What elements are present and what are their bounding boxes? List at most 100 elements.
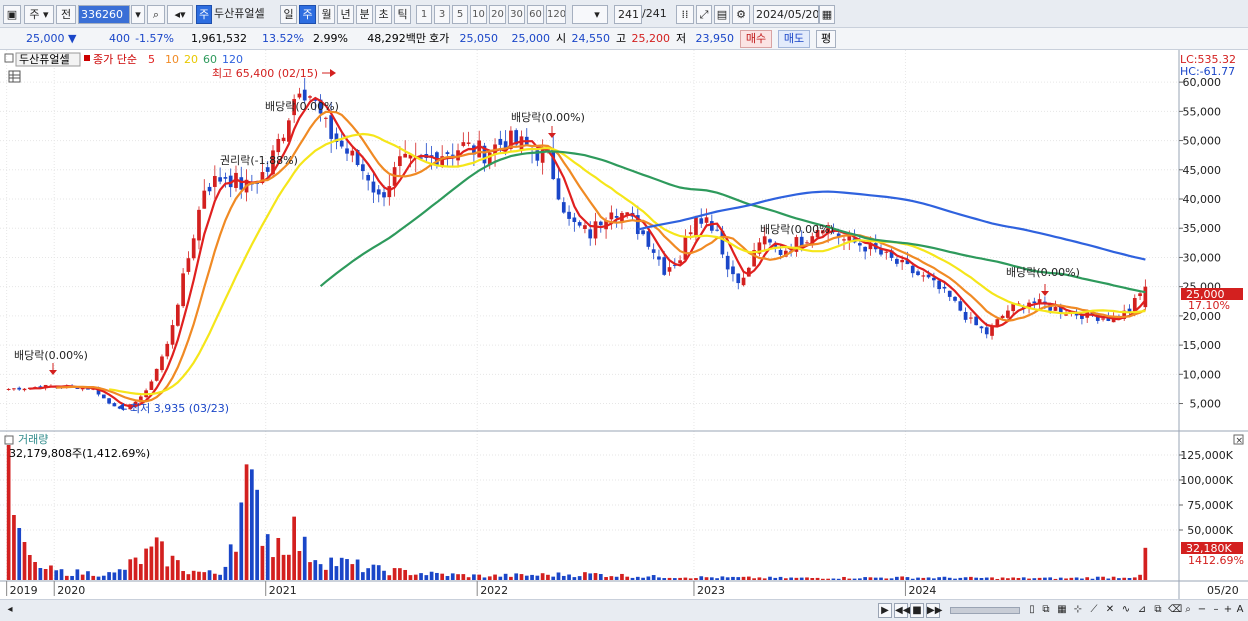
wave-icon[interactable]: ∿ [1120, 603, 1132, 618]
volume-bar [1064, 578, 1068, 580]
buy-button[interactable]: 매수 [740, 30, 772, 48]
volume-bar [239, 502, 244, 580]
volume-bar [667, 577, 672, 580]
volume-bar [408, 575, 413, 580]
interval-tab[interactable]: 3 [434, 5, 450, 24]
interval-tab[interactable]: 30 [508, 5, 525, 24]
period-tab[interactable]: 월 [318, 5, 335, 24]
crosshair-icon[interactable]: ⊹ [1072, 603, 1084, 618]
layout-grid-icon[interactable]: ▦ [1056, 603, 1068, 618]
minus-icon[interactable]: – [1210, 603, 1222, 618]
search-icon[interactable]: ⌕ [147, 5, 165, 24]
legend-ma-5: 5 [148, 53, 155, 66]
interval-tab[interactable]: 5 [452, 5, 468, 24]
volume-tick-label: 125,000K [1180, 449, 1233, 462]
bid-price: 25,000 [511, 32, 551, 45]
angle-icon[interactable]: ⊿ [1136, 603, 1148, 618]
sound-icon[interactable]: ◂▾ [167, 5, 193, 24]
code-dropdown-icon[interactable]: ▾ [131, 5, 145, 24]
interval-dropdown[interactable]: ▾ [572, 5, 608, 24]
interval-tab[interactable]: 1 [416, 5, 432, 24]
gear-icon[interactable]: ⚙ [732, 5, 750, 24]
period-tab[interactable]: 일 [280, 5, 297, 24]
volume-bar [403, 569, 408, 580]
volume-bar [731, 576, 735, 580]
table-icon[interactable] [8, 70, 21, 83]
trend-line-icon[interactable]: ⟋ [1088, 603, 1100, 618]
volume-bar [339, 557, 344, 580]
dividend-label: 권리락(-1.88%) [220, 154, 298, 167]
high-label: 고 [616, 32, 627, 45]
volume-bar [350, 564, 355, 580]
volume-bar [694, 578, 698, 580]
period-tab[interactable]: 틱 [394, 5, 411, 24]
candle-body [688, 232, 693, 235]
zoom-scrollbar[interactable] [950, 607, 1020, 614]
sell-button[interactable]: 매도 [778, 30, 810, 48]
calendar-icon[interactable]: ▦ [819, 5, 835, 24]
count-input[interactable]: 241 [614, 5, 642, 24]
layout-icon[interactable]: ▣ [3, 5, 21, 24]
volume-bar [123, 569, 127, 580]
volume-bar [863, 577, 867, 580]
zoom-out-icon[interactable]: − [1196, 603, 1208, 618]
zoom-in-icon[interactable]: + [1222, 603, 1234, 618]
copy-icon[interactable]: ⧉ [1152, 603, 1164, 618]
play-icon[interactable]: ▶ [878, 603, 892, 618]
eraser-icon[interactable]: ⌫ [1168, 603, 1182, 618]
candle-body [641, 230, 645, 235]
candle-body [477, 140, 482, 158]
forward-icon[interactable]: ▶▶ [926, 603, 942, 618]
volume-bar [6, 445, 11, 580]
candle-body [741, 277, 746, 286]
period-tab[interactable]: 년 [337, 5, 354, 24]
draw-icon[interactable]: ⤢ [696, 5, 712, 24]
volume-bar [995, 578, 1000, 580]
interval-tab[interactable]: 60 [527, 5, 544, 24]
volume-bar [926, 577, 931, 580]
save-icon[interactable]: ▤ [714, 5, 730, 24]
stock-code-input[interactable]: 336260 [78, 5, 130, 24]
period-select-label: 주 [29, 8, 40, 21]
candle-body [324, 117, 328, 119]
rewind-icon[interactable]: ◀◀ [894, 603, 910, 618]
scroll-left-icon[interactable]: ◂ [4, 603, 16, 618]
legend-stock-name: 두산퓨얼셀 [19, 52, 70, 66]
stop-icon[interactable]: ■ [910, 603, 924, 618]
interval-tab[interactable]: 10 [470, 5, 487, 24]
volume-bar [265, 534, 270, 580]
candle-body [175, 304, 180, 326]
period-tab[interactable]: 분 [356, 5, 373, 24]
volume-bar [778, 576, 783, 580]
fib-icon[interactable]: ✕ [1104, 603, 1116, 618]
volume-bar [672, 578, 677, 580]
count-total: /241 [642, 7, 667, 20]
interval-tab[interactable]: 120 [546, 5, 566, 24]
candle-body [212, 175, 217, 187]
candle-body [609, 212, 614, 220]
eval-button[interactable]: 평 [816, 30, 836, 48]
volume-value: 1,961,532 [191, 32, 247, 45]
volume-bar [212, 573, 217, 580]
candle-body [445, 152, 450, 155]
period-tab[interactable]: 주 [299, 5, 316, 24]
prev-button[interactable]: 전 [56, 5, 76, 24]
volume-bar [947, 577, 952, 580]
magnify-icon[interactable]: ⌕ [1182, 603, 1194, 618]
volume-bar [1117, 578, 1121, 580]
text-tool-icon[interactable]: A [1234, 603, 1246, 618]
grid-icon[interactable]: ⁞⁞ [676, 5, 694, 24]
candle-body [1032, 301, 1037, 304]
interval-tab[interactable]: 20 [489, 5, 506, 24]
period-select[interactable]: 주 ▾ [24, 5, 54, 24]
zoom-handle-icon[interactable]: ▯ [1026, 603, 1038, 618]
sub-period-badge[interactable]: 주 [196, 5, 212, 24]
period-tab[interactable]: 초 [375, 5, 392, 24]
stock-chart[interactable]: 최고 65,400 (02/15) 최저 3,935 (03/23) 배당락(0.0… [0, 50, 1248, 599]
volume-bar [805, 577, 809, 580]
volume-bar [583, 572, 587, 580]
date-input[interactable]: 2024/05/20 [753, 5, 819, 24]
volume-bar [910, 578, 915, 580]
volume-bar [905, 577, 910, 580]
window-icon[interactable]: ⧉ [1040, 603, 1052, 618]
